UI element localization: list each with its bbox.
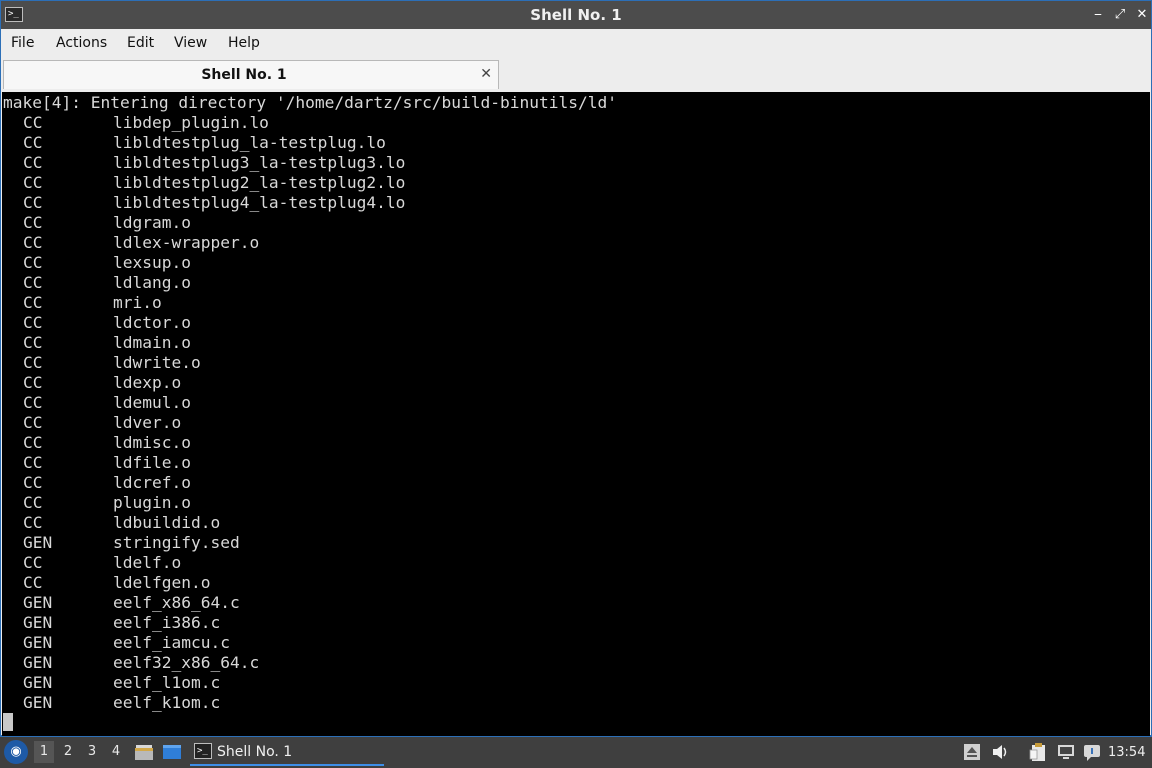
build-target: eelf_l1om.c bbox=[113, 673, 221, 692]
build-action: GEN bbox=[23, 593, 53, 612]
build-action: CC bbox=[23, 313, 43, 332]
desktop-4-button[interactable]: 4 bbox=[106, 741, 126, 763]
show-desktop-icon[interactable] bbox=[162, 742, 182, 762]
build-target: ldbuildid.o bbox=[113, 513, 221, 532]
terminal-window: >_ Shell No. 1 ⎯ ⤢ ✕ File Actions Edit V… bbox=[0, 0, 1152, 736]
desktop-1-button[interactable]: 1 bbox=[34, 741, 54, 763]
build-action: CC bbox=[23, 273, 43, 292]
menu-edit[interactable]: Edit bbox=[127, 29, 154, 57]
build-action: CC bbox=[23, 413, 43, 432]
build-target: libldtestplug2_la-testplug2.lo bbox=[113, 173, 406, 192]
build-action: GEN bbox=[23, 653, 53, 672]
menu-help[interactable]: Help bbox=[228, 29, 260, 57]
build-action: CC bbox=[23, 153, 43, 172]
build-target: ldemul.o bbox=[113, 393, 191, 412]
build-action: CC bbox=[23, 333, 43, 352]
build-action: GEN bbox=[23, 673, 53, 692]
menu-bar: File Actions Edit View Help bbox=[1, 29, 1151, 57]
build-action: CC bbox=[23, 353, 43, 372]
build-action: GEN bbox=[23, 633, 53, 652]
build-target: ldmisc.o bbox=[113, 433, 191, 452]
build-action: GEN bbox=[23, 693, 53, 712]
build-target: ldver.o bbox=[113, 413, 182, 432]
build-action: CC bbox=[23, 373, 43, 392]
build-action: CC bbox=[23, 473, 43, 492]
build-action: CC bbox=[23, 173, 43, 192]
taskbar: ◉ 1 2 3 4 >_ Shell No. 1 13:54 bbox=[0, 736, 1152, 768]
tab-shell-1[interactable]: Shell No. 1 ✕ bbox=[3, 60, 499, 89]
title-bar[interactable]: >_ Shell No. 1 ⎯ ⤢ ✕ bbox=[1, 1, 1151, 29]
build-target: libldtestplug3_la-testplug3.lo bbox=[113, 153, 406, 172]
build-action: CC bbox=[23, 113, 43, 132]
build-action: CC bbox=[23, 133, 43, 152]
build-action: CC bbox=[23, 433, 43, 452]
build-action: CC bbox=[23, 213, 43, 232]
build-target: mri.o bbox=[113, 293, 162, 312]
menu-actions[interactable]: Actions bbox=[56, 29, 107, 57]
build-target: eelf_i386.c bbox=[113, 613, 221, 632]
build-target: libdep_plugin.lo bbox=[113, 113, 269, 132]
build-action: CC bbox=[23, 233, 43, 252]
clipboard-icon[interactable] bbox=[1028, 742, 1048, 762]
build-target: ldwrite.o bbox=[113, 353, 201, 372]
build-target: ldgram.o bbox=[113, 213, 191, 232]
desktop-2-button[interactable]: 2 bbox=[58, 741, 78, 763]
build-action: CC bbox=[23, 553, 43, 572]
build-action: CC bbox=[23, 393, 43, 412]
network-icon[interactable] bbox=[1056, 742, 1076, 762]
build-target: ldexp.o bbox=[113, 373, 182, 392]
terminal-output[interactable]: make[4]: Entering directory '/home/dartz… bbox=[2, 92, 1150, 736]
build-target: lexsup.o bbox=[113, 253, 191, 272]
terminal-header-line: make[4]: Entering directory '/home/dartz… bbox=[3, 93, 617, 112]
build-target: stringify.sed bbox=[113, 533, 240, 552]
build-target: ldmain.o bbox=[113, 333, 191, 352]
volume-icon[interactable] bbox=[990, 742, 1010, 762]
build-target: eelf_x86_64.c bbox=[113, 593, 240, 612]
build-action: CC bbox=[23, 293, 43, 312]
build-target: eelf_iamcu.c bbox=[113, 633, 230, 652]
build-action: CC bbox=[23, 193, 43, 212]
task-button-shell-1[interactable]: >_ Shell No. 1 bbox=[190, 739, 384, 766]
close-button[interactable]: ✕ bbox=[1131, 5, 1152, 25]
build-target: eelf_k1om.c bbox=[113, 693, 221, 712]
eject-icon[interactable] bbox=[962, 742, 982, 762]
terminal-cursor bbox=[3, 713, 13, 731]
build-action: CC bbox=[23, 513, 43, 532]
window-title: Shell No. 1 bbox=[530, 6, 622, 24]
build-target: ldlex-wrapper.o bbox=[113, 233, 260, 252]
task-label: Shell No. 1 bbox=[217, 744, 293, 760]
build-target: ldfile.o bbox=[113, 453, 191, 472]
build-target: ldlang.o bbox=[113, 273, 191, 292]
start-menu-icon[interactable]: ◉ bbox=[4, 740, 28, 764]
build-action: CC bbox=[23, 493, 43, 512]
build-target: ldcref.o bbox=[113, 473, 191, 492]
build-action: GEN bbox=[23, 613, 53, 632]
file-manager-icon[interactable] bbox=[134, 742, 154, 762]
build-action: CC bbox=[23, 453, 43, 472]
menu-file[interactable]: File bbox=[11, 29, 34, 57]
build-target: libldtestplug_la-testplug.lo bbox=[113, 133, 386, 152]
chat-icon[interactable] bbox=[1082, 742, 1102, 762]
clock[interactable]: 13:54 bbox=[1108, 737, 1145, 768]
build-target: eelf32_x86_64.c bbox=[113, 653, 260, 672]
build-action: CC bbox=[23, 573, 43, 592]
build-action: GEN bbox=[23, 533, 53, 552]
maximize-button[interactable]: ⤢ bbox=[1109, 5, 1131, 25]
tab-label: Shell No. 1 bbox=[201, 67, 287, 83]
desktop-3-button[interactable]: 3 bbox=[82, 741, 102, 763]
menu-view[interactable]: View bbox=[174, 29, 207, 57]
build-target: plugin.o bbox=[113, 493, 191, 512]
minimize-button[interactable]: ⎯ bbox=[1087, 5, 1109, 25]
build-action: CC bbox=[23, 253, 43, 272]
build-target: ldelfgen.o bbox=[113, 573, 211, 592]
build-target: ldctor.o bbox=[113, 313, 191, 332]
build-target: ldelf.o bbox=[113, 553, 182, 572]
tab-bar: Shell No. 1 ✕ bbox=[1, 57, 1151, 91]
build-target: libldtestplug4_la-testplug4.lo bbox=[113, 193, 406, 212]
tab-close-icon[interactable]: ✕ bbox=[480, 62, 492, 86]
terminal-icon: >_ bbox=[194, 743, 212, 759]
